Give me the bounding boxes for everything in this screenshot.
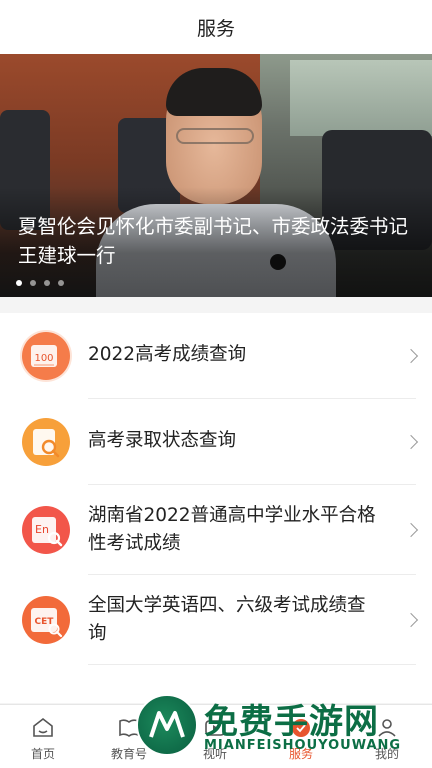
carousel-dot[interactable]	[44, 280, 50, 286]
service-list: 100 2022高考成绩查询 高考录取状态查询 En 湖南省2022普通高中学业…	[0, 313, 432, 703]
svg-text:En: En	[35, 523, 49, 536]
carousel-dot[interactable]	[58, 280, 64, 286]
chevron-right-icon	[403, 348, 419, 364]
en-search-icon: En	[20, 504, 72, 556]
carousel-dot[interactable]	[30, 280, 36, 286]
service-item-gaokao-score[interactable]: 100 2022高考成绩查询	[0, 313, 432, 399]
chevron-right-icon	[403, 434, 419, 450]
tab-home[interactable]: 首页	[0, 705, 86, 768]
top-bar: 服务	[0, 0, 432, 54]
service-label: 全国大学英语四、六级考试成绩查询	[88, 595, 366, 644]
watermark: 免费手游网 MIANFEISHOUYOUWANG	[132, 690, 432, 768]
service-label: 高考录取状态查询	[88, 430, 237, 451]
service-label: 2022高考成绩查询	[88, 344, 247, 365]
service-item-cet-score[interactable]: CET 全国大学英语四、六级考试成绩查询	[0, 575, 432, 665]
score-100-icon: 100	[20, 330, 72, 382]
banner-caption[interactable]: 夏智伦会见怀化市委副书记、市委政法委书记王建球一行	[18, 212, 410, 270]
chevron-right-icon	[403, 522, 419, 538]
cet-icon: CET	[20, 594, 72, 646]
page-title: 服务	[196, 17, 235, 40]
svg-text:100: 100	[34, 353, 53, 364]
watermark-title: 免费手游网	[204, 702, 379, 742]
watermark-logo	[136, 694, 198, 756]
watermark-subtitle: MIANFEISHOUYOUWANG	[204, 738, 402, 753]
carousel-dot[interactable]	[16, 280, 22, 286]
search-doc-icon	[20, 416, 72, 468]
service-item-admission-status[interactable]: 高考录取状态查询	[0, 399, 432, 485]
home-icon	[30, 715, 56, 741]
news-banner[interactable]: 夏智伦会见怀化市委副书记、市委政法委书记王建球一行	[0, 54, 432, 297]
service-label: 湖南省2022普通高中学业水平合格性考试成绩	[88, 505, 376, 554]
chevron-right-icon	[403, 612, 419, 628]
carousel-dots	[16, 280, 64, 286]
service-item-academic-level-exam[interactable]: En 湖南省2022普通高中学业水平合格性考试成绩	[0, 485, 432, 575]
